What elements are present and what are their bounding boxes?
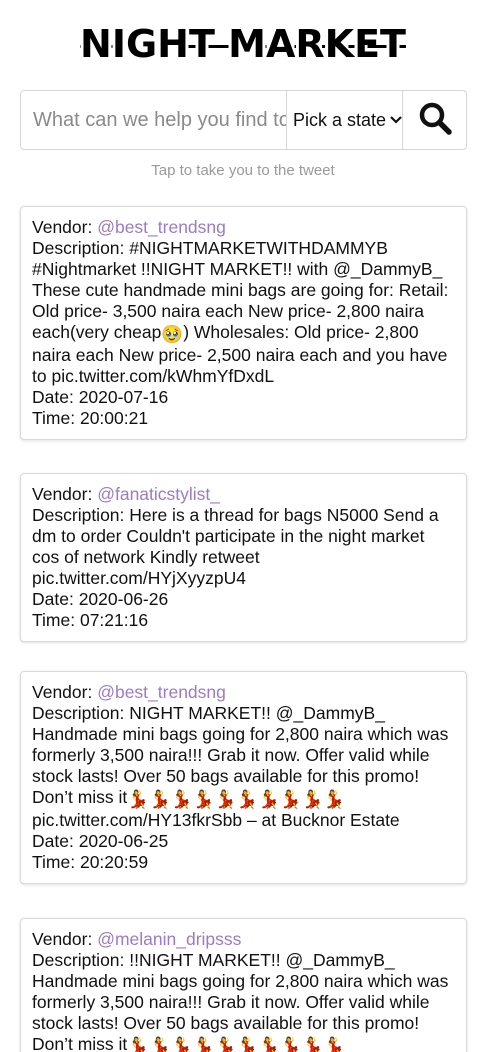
search-input[interactable] [21, 91, 286, 149]
description-label: Description: [32, 950, 130, 970]
emoji: 🥹 [161, 324, 184, 344]
page-title: NIGHT MARKET [80, 22, 406, 66]
post-card[interactable]: Vendor: @fanaticstylist_ Description: He… [20, 473, 467, 642]
page: NIGHT MARKET Pick a state Tap to take yo… [0, 0, 486, 1052]
description-label: Description: [32, 238, 130, 258]
emoji: 💃💃💃💃💃💃💃💃💃💃 [127, 789, 346, 809]
time-label: Time: [32, 852, 80, 872]
vendor-label: Vendor: [32, 682, 98, 702]
post-description[interactable]: Description: NIGHT MARKET!! @_DammyB_ Ha… [32, 703, 456, 831]
post-date: 2020-07-16 [78, 387, 169, 407]
post-description[interactable]: Description: Here is a thread for bags N… [32, 505, 456, 589]
date-label: Date: [32, 831, 79, 851]
description-label: Description: [32, 505, 130, 525]
chevron-down-icon [390, 113, 402, 127]
vendor-link[interactable]: @best_trendsng [97, 217, 226, 237]
vendor-label: Vendor: [32, 217, 98, 237]
search-hint: Tap to take you to the tweet [151, 162, 335, 179]
post-card[interactable]: Vendor: @melanin_dripsss Description: !!… [20, 918, 467, 1052]
vendor-label: Vendor: [32, 929, 98, 949]
date-label: Date: [32, 387, 79, 407]
post-card[interactable]: Vendor: @best_trendsng Description: #NIG… [20, 206, 467, 440]
post-description[interactable]: Description: #NIGHTMARKETWITHDAMMYB #Nig… [32, 238, 456, 387]
search-bar: Pick a state [20, 90, 467, 150]
post-date: 2020-06-26 [78, 589, 169, 609]
post-date: 2020-06-25 [78, 831, 169, 851]
vendor-link[interactable]: @melanin_dripsss [97, 929, 241, 949]
state-select[interactable]: Pick a state [286, 91, 403, 149]
state-select-label: Pick a state [293, 109, 387, 130]
date-label: Date: [32, 589, 79, 609]
vendor-link[interactable]: @fanaticstylist_ [97, 484, 220, 504]
post-description[interactable]: Description: !!NIGHT MARKET!! @_DammyB_ … [32, 950, 456, 1052]
vendor-label: Vendor: [32, 484, 98, 504]
description-label: Description: [32, 703, 130, 723]
post-time: 20:00:21 [79, 408, 149, 428]
search-icon [418, 101, 452, 140]
post-time: 07:21:16 [79, 610, 149, 630]
vendor-link[interactable]: @best_trendsng [97, 682, 226, 702]
search-button[interactable] [403, 91, 466, 149]
post-time: 20:20:59 [79, 852, 149, 872]
description-text: pic.twitter.com/HY13fkrSbb – at Bucknor … [32, 810, 400, 830]
emoji: 💃💃💃💃💃💃💃💃💃💃 [127, 1036, 346, 1052]
time-label: Time: [32, 610, 80, 630]
time-label: Time: [32, 408, 80, 428]
post-card[interactable]: Vendor: @best_trendsng Description: NIGH… [20, 671, 467, 884]
